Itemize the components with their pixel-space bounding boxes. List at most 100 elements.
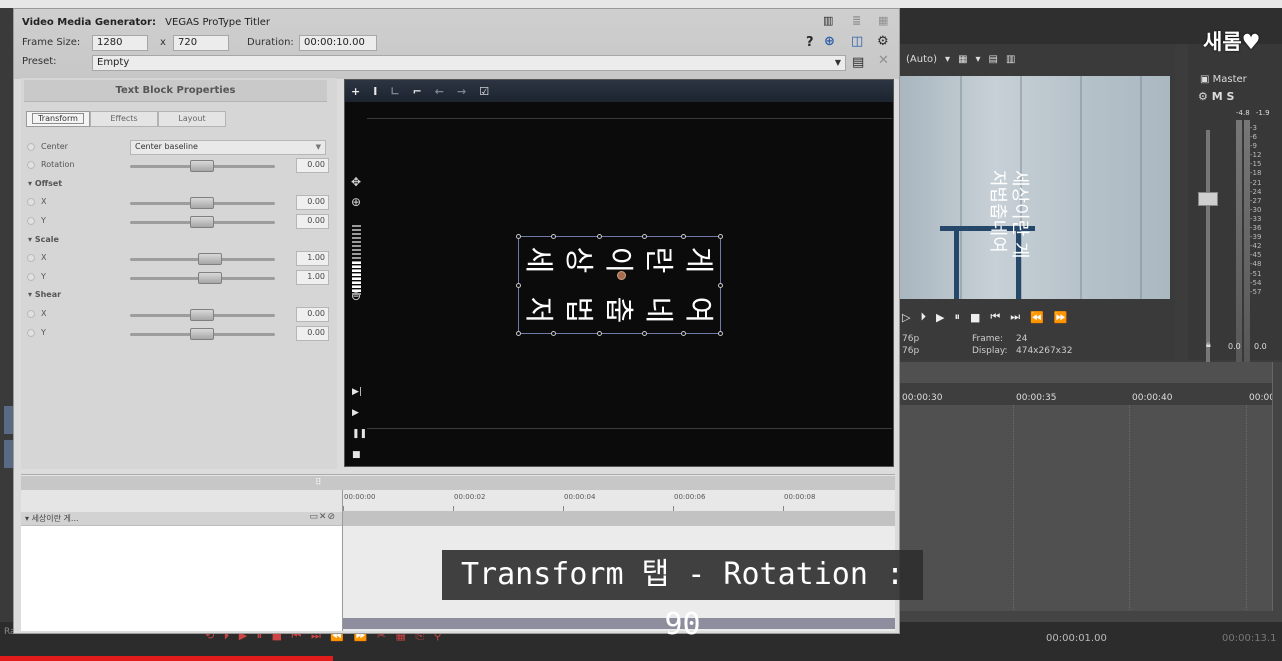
animate-bullet-icon[interactable]: [27, 273, 35, 281]
master-fader-knob[interactable]: [1198, 192, 1218, 206]
arrow-right-icon[interactable]: →: [457, 85, 466, 98]
resize-handle[interactable]: [551, 331, 556, 336]
titler-canvas[interactable]: + I ∟ ⌐ ← → ☑ ✥ ⊕ ⊖ ▶︎| ▶ ❚❚ ■ 세 상 이 란 게…: [344, 79, 894, 467]
tab-transform[interactable]: Transform: [26, 111, 90, 127]
play-from-start-icon[interactable]: ⏵: [920, 310, 926, 324]
frame-height-field[interactable]: 720: [173, 35, 229, 51]
sync-cursor-icon[interactable]: ◫: [851, 34, 863, 49]
horizontal-scrollbar[interactable]: [900, 611, 1282, 622]
rewind-icon[interactable]: ⏪: [1030, 311, 1044, 324]
prev-frame-icon[interactable]: ⏮: [990, 310, 1000, 324]
resize-handle[interactable]: [551, 234, 556, 239]
align-left-icon[interactable]: ∟: [390, 85, 399, 98]
preset-select[interactable]: Empty ▼: [92, 55, 846, 71]
play-icon[interactable]: ▶: [352, 403, 362, 424]
duration-field[interactable]: 00:00:10.00: [299, 35, 377, 51]
timeline-scrollbar[interactable]: [343, 618, 895, 629]
timeline-ruler[interactable]: 00:00:00 00:00:02 00:00:04 00:00:06 00:0…: [343, 490, 895, 512]
shear-y-slider-thumb[interactable]: [190, 328, 214, 340]
offset-y-value-field[interactable]: 0.00: [296, 214, 329, 229]
loop-icon[interactable]: ▷: [902, 311, 910, 324]
chevron-down-icon[interactable]: ▾: [945, 54, 950, 65]
grip-icon[interactable]: ⠿: [315, 478, 322, 488]
offset-x-value-field[interactable]: 0.00: [296, 195, 329, 210]
align-right-icon[interactable]: ⌐: [413, 85, 422, 98]
gear-icon[interactable]: ⚙: [877, 34, 889, 49]
preview-zoom-select[interactable]: (Auto): [906, 54, 937, 65]
resize-handle[interactable]: [516, 234, 521, 239]
resize-handle[interactable]: [718, 331, 723, 336]
chevron-down-icon[interactable]: ▾: [976, 54, 981, 65]
vertical-scrollbar[interactable]: [1272, 362, 1282, 622]
resize-handle[interactable]: [597, 331, 602, 336]
text-cursor-icon[interactable]: I: [373, 85, 377, 98]
copy-snapshot-icon[interactable]: ▤: [989, 54, 998, 65]
rotation-value-field[interactable]: 0.00: [296, 158, 329, 173]
track-lane[interactable]: [343, 512, 895, 526]
timeline-splitter[interactable]: [342, 490, 343, 631]
pause-icon[interactable]: ⏸: [954, 310, 960, 324]
layout-icon[interactable]: ▥: [823, 14, 833, 27]
text-block[interactable]: 세상이란게 저법춥네여: [516, 234, 723, 336]
track-controls[interactable]: ▭✕⊘: [309, 512, 336, 522]
save-preset-icon[interactable]: ▤: [852, 55, 864, 70]
animate-bullet-icon[interactable]: [27, 329, 35, 337]
move-icon[interactable]: ✥: [349, 175, 363, 189]
safe-area-checkbox-icon[interactable]: ☑: [479, 85, 489, 98]
zoom-in-icon[interactable]: ⊕: [349, 195, 363, 209]
resize-handle[interactable]: [516, 331, 521, 336]
scale-y-slider-thumb[interactable]: [198, 272, 222, 284]
scale-group[interactable]: ▾ Scale: [24, 233, 327, 249]
arrow-left-icon[interactable]: ←: [435, 85, 444, 98]
rotation-slider-thumb[interactable]: [190, 160, 214, 172]
resize-handle[interactable]: [718, 234, 723, 239]
resize-handle[interactable]: [642, 234, 647, 239]
animate-bullet-icon[interactable]: [27, 198, 35, 206]
rotation-center-handle[interactable]: [617, 271, 626, 280]
resize-handle[interactable]: [597, 234, 602, 239]
keyframe-icon[interactable]: ⊕: [824, 34, 835, 49]
shear-group[interactable]: ▾ Shear: [24, 288, 327, 304]
play-from-start-icon[interactable]: ▶︎|: [352, 382, 362, 403]
mute-solo-buttons[interactable]: M S: [1212, 90, 1235, 103]
resize-handle[interactable]: [516, 283, 521, 288]
fast-forward-icon[interactable]: ⏩: [1054, 311, 1068, 324]
center-select[interactable]: Center baseline ▼: [130, 140, 326, 155]
animate-bullet-icon[interactable]: [27, 310, 35, 318]
frame-width-field[interactable]: 1280: [92, 35, 148, 51]
stop-icon[interactable]: ■: [970, 311, 980, 324]
resize-handle[interactable]: [681, 234, 686, 239]
animate-bullet-icon[interactable]: [27, 217, 35, 225]
resize-handle[interactable]: [681, 331, 686, 336]
grid-icon[interactable]: ▦: [958, 54, 967, 65]
scale-x-value-field[interactable]: 1.00: [296, 251, 329, 266]
shear-x-value-field[interactable]: 0.00: [296, 307, 329, 322]
offset-y-slider-thumb[interactable]: [190, 216, 214, 228]
delete-preset-icon[interactable]: ✕: [878, 53, 889, 68]
shear-y-value-field[interactable]: 0.00: [296, 326, 329, 341]
track-header[interactable]: ▾ 세상이란 게... ▭✕⊘: [21, 512, 342, 526]
help-icon[interactable]: ?: [806, 35, 814, 50]
pause-icon[interactable]: ❚❚: [352, 424, 367, 445]
fx-icon[interactable]: ⚙: [1198, 90, 1208, 103]
offset-group[interactable]: ▾ Offset: [24, 177, 327, 193]
scale-x-slider-thumb[interactable]: [198, 253, 222, 265]
play-icon[interactable]: ▶: [936, 311, 944, 324]
resize-handle[interactable]: [718, 283, 723, 288]
stop-icon[interactable]: ■: [352, 445, 362, 466]
add-icon[interactable]: +: [351, 85, 360, 98]
next-frame-icon[interactable]: ⏭: [1010, 310, 1020, 324]
shear-x-slider-thumb[interactable]: [190, 309, 214, 321]
animate-bullet-icon[interactable]: [27, 143, 35, 151]
save-snapshot-icon[interactable]: ▥: [1006, 54, 1015, 65]
list-view-icon[interactable]: ≣: [852, 14, 861, 27]
scale-y-value-field[interactable]: 1.00: [296, 270, 329, 285]
grid-view-icon[interactable]: ▦: [878, 14, 888, 27]
animate-bullet-icon[interactable]: [27, 161, 35, 169]
offset-x-slider-thumb[interactable]: [190, 197, 214, 209]
tab-effects[interactable]: Effects: [90, 111, 158, 127]
lock-icon[interactable]: 🔒︎: [1206, 340, 1211, 350]
tab-layout[interactable]: Layout: [158, 111, 226, 127]
animate-bullet-icon[interactable]: [27, 254, 35, 262]
resize-handle[interactable]: [642, 331, 647, 336]
